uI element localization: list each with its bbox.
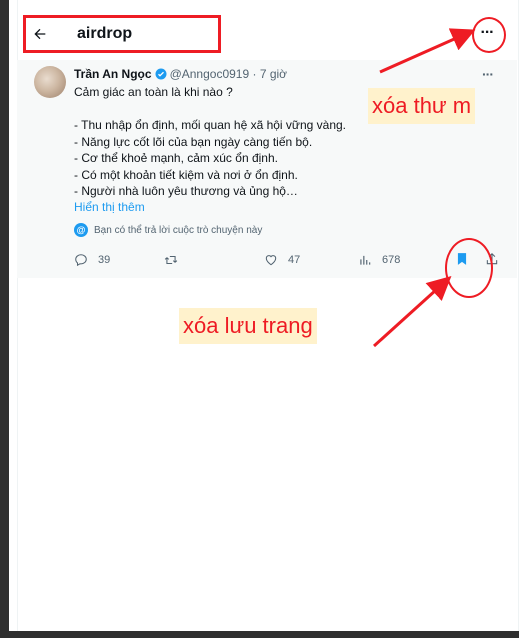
tweet-more-button[interactable]: ··· <box>482 66 494 82</box>
author-name[interactable]: Trần An Ngọc <box>74 67 152 81</box>
reply-icon <box>75 254 87 267</box>
at-sign-icon: @ <box>74 223 88 237</box>
reply-button[interactable]: 39 <box>74 252 110 268</box>
annotation-delete-label: xóa thư m <box>368 88 476 124</box>
retweet-icon <box>164 255 178 265</box>
reply-count: 39 <box>98 254 111 266</box>
reply-note-text: Bạn có thể trả lời cuộc trò chuyện này <box>94 224 263 236</box>
annotation-header-box <box>23 15 221 53</box>
show-more-link[interactable]: Hiển thị thêm <box>74 200 145 214</box>
window-frame-left <box>0 0 9 638</box>
avatar[interactable] <box>34 66 66 98</box>
tweet-body: Cảm giác an toàn là khi nào ? - Thu nhập… <box>74 85 346 198</box>
tweet-time[interactable]: · 7 giờ <box>252 67 287 81</box>
annotation-circle-more <box>472 17 506 53</box>
window-frame-bottom <box>0 631 519 638</box>
tweet-author-line: Trần An Ngọc @Anngoc0919 · 7 giờ <box>74 67 287 81</box>
reply-permission-note: @ Bạn có thể trả lời cuộc trò chuyện này <box>74 222 262 238</box>
views-chart-icon <box>360 255 371 265</box>
retweet-button[interactable] <box>164 252 188 268</box>
like-count: 47 <box>288 254 301 266</box>
like-button[interactable]: 47 <box>264 252 300 268</box>
annotation-unsave-label: xóa lưu trang <box>179 308 317 344</box>
views-count: 678 <box>382 254 401 266</box>
heart-icon <box>265 255 277 266</box>
verified-badge-icon <box>155 68 167 80</box>
annotation-circle-bookmark <box>445 238 493 298</box>
author-handle[interactable]: @Anngoc0919 <box>170 67 250 81</box>
views-button[interactable]: 678 <box>358 252 400 268</box>
